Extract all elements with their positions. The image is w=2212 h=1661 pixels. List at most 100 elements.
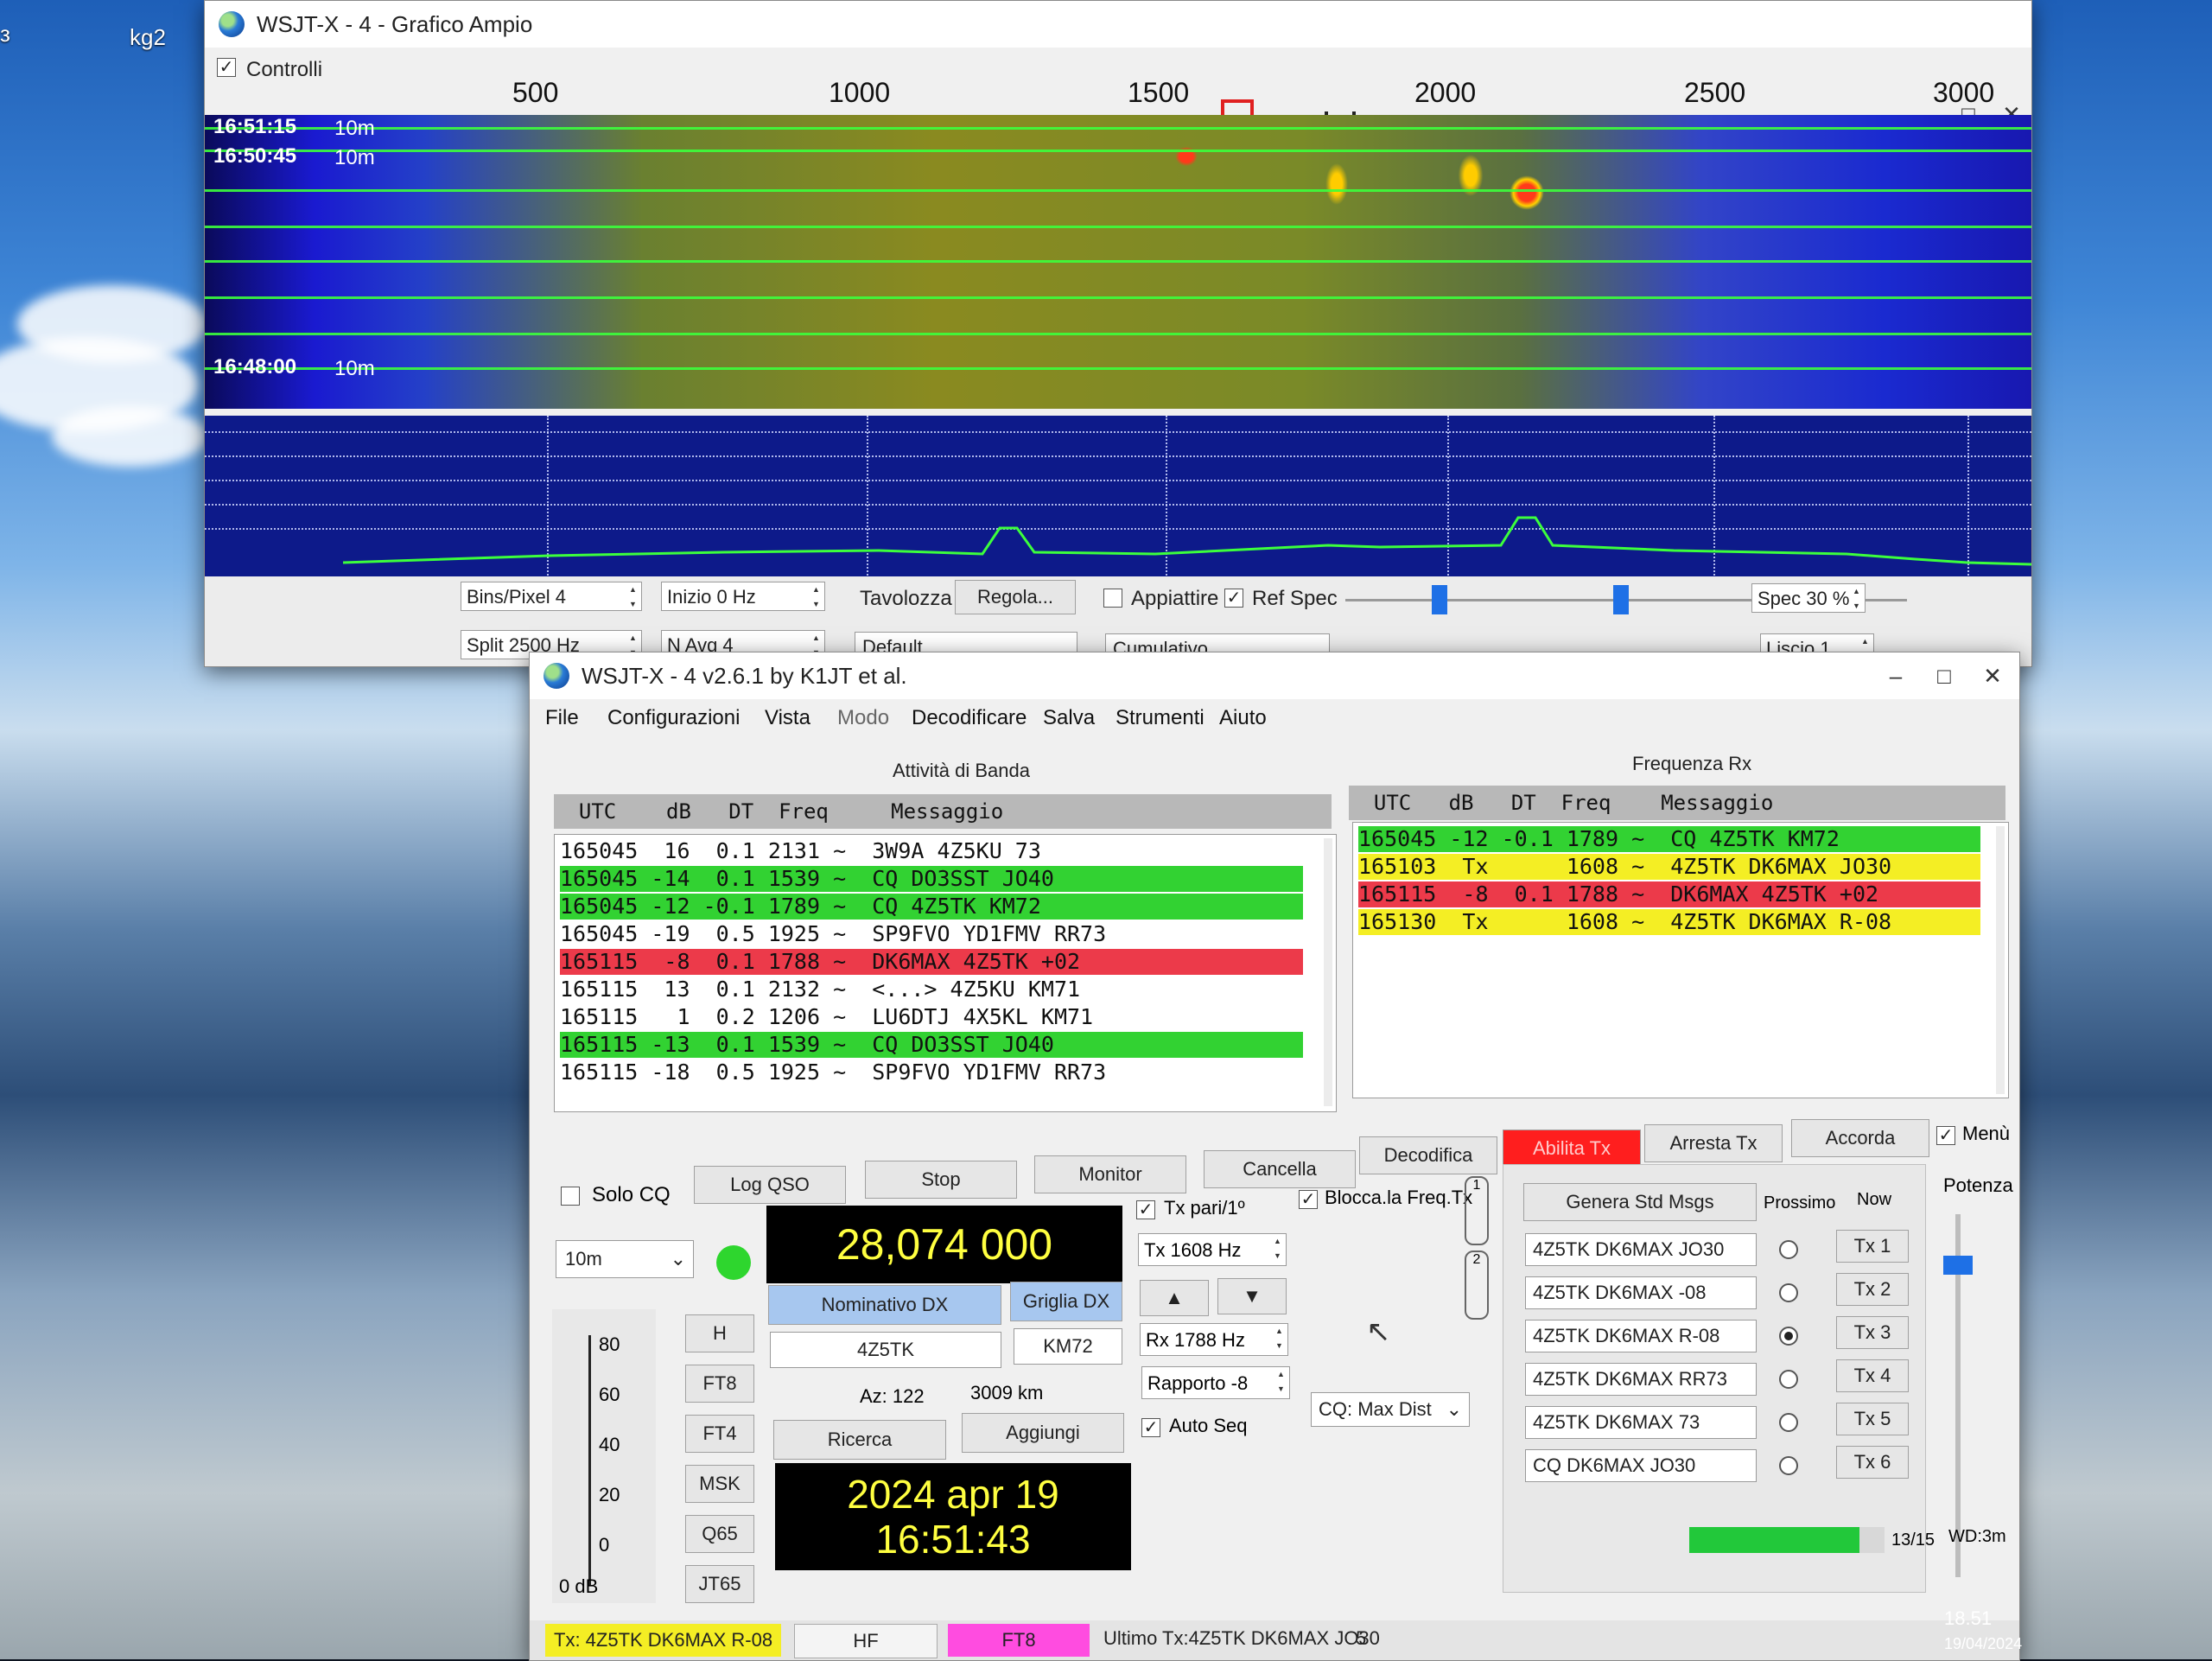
- rx-frequency-list[interactable]: 165045 -12 -0.1 1789 ~ CQ 4Z5TK KM72 1651…: [1352, 822, 2009, 1098]
- menu-configurations[interactable]: Configurazioni: [607, 706, 740, 730]
- list-row[interactable]: 165045 -12 -0.1 1789 ~ CQ 4Z5TK KM72: [1358, 826, 1980, 852]
- tab-2[interactable]: 2: [1465, 1251, 1489, 1320]
- tune-button[interactable]: Accorda: [1791, 1119, 1929, 1157]
- report-spinbox[interactable]: Rapporto -8: [1141, 1366, 1290, 1399]
- mode-button-msk[interactable]: MSK: [685, 1465, 754, 1503]
- list-row[interactable]: 165045 -12 -0.1 1789 ~ CQ 4Z5TK KM72: [560, 894, 1303, 920]
- flatten-checkbox[interactable]: [1103, 589, 1122, 608]
- tx-message-6-input[interactable]: CQ DK6MAX JO30: [1525, 1449, 1757, 1482]
- add-button[interactable]: Aggiungi: [962, 1413, 1124, 1453]
- mode-button-ft4[interactable]: FT4: [685, 1415, 754, 1453]
- adjust-palette-button[interactable]: Regola...: [955, 580, 1076, 614]
- tx-next-radio-5[interactable]: [1779, 1413, 1798, 1432]
- menu-tools[interactable]: Strumenti: [1116, 706, 1205, 730]
- tx-next-radio-1[interactable]: [1779, 1240, 1798, 1259]
- hold-tx-freq-checkbox[interactable]: ✓: [1299, 1190, 1318, 1209]
- tx-next-radio-4[interactable]: [1779, 1370, 1798, 1389]
- menu-view[interactable]: Vista: [765, 706, 810, 730]
- tx-now-button-2[interactable]: Tx 2: [1836, 1273, 1909, 1306]
- band-activity-scrollbar[interactable]: [1324, 838, 1332, 1106]
- tx-now-button-4[interactable]: Tx 4: [1836, 1359, 1909, 1392]
- list-row[interactable]: 165115 -13 0.1 1539 ~ CQ DO3SST JO40: [560, 1032, 1303, 1058]
- list-row[interactable]: 165045 -19 0.5 1925 ~ SP9FVO YD1FMV RR73: [560, 921, 1303, 947]
- desktop-icon-label[interactable]: з: [0, 21, 10, 48]
- list-row[interactable]: 165045 -14 0.1 1539 ~ CQ DO3SST JO40: [560, 866, 1303, 892]
- dx-grid-button[interactable]: Griglia DX: [1010, 1282, 1122, 1321]
- ref-spec-checkbox[interactable]: ✓: [1224, 589, 1243, 608]
- rx-frequency-spinbox[interactable]: Rx 1788 Hz: [1140, 1323, 1288, 1356]
- maximize-icon[interactable]: □: [1924, 659, 1964, 692]
- dx-grid-input[interactable]: KM72: [1014, 1328, 1122, 1365]
- tx-now-button-5[interactable]: Tx 5: [1836, 1403, 1909, 1435]
- mode-button-q65[interactable]: Q65: [685, 1515, 754, 1553]
- mode-button-h[interactable]: H: [685, 1314, 754, 1352]
- zero-slider-handle[interactable]: [1613, 585, 1629, 614]
- monitor-button[interactable]: Monitor: [1034, 1155, 1186, 1193]
- halt-tx-button[interactable]: Arresta Tx: [1644, 1124, 1783, 1162]
- list-row[interactable]: 165115 -8 0.1 1788 ~ DK6MAX 4Z5TK +02: [1358, 881, 1980, 907]
- gain-slider-handle[interactable]: [1432, 585, 1447, 614]
- arrow-up-button[interactable]: ▲: [1140, 1280, 1209, 1316]
- mode-button-jt65[interactable]: JT65: [685, 1565, 754, 1603]
- list-row[interactable]: 165115 -18 0.5 1925 ~ SP9FVO YD1FMV RR73: [560, 1060, 1303, 1085]
- desktop-icon-label[interactable]: kg2: [130, 24, 166, 51]
- band-select[interactable]: 10m ⌄: [556, 1240, 694, 1278]
- power-slider-handle[interactable]: [1943, 1256, 1973, 1275]
- progress-fill: [1689, 1527, 1859, 1553]
- mode-button-ft8[interactable]: FT8: [685, 1365, 754, 1403]
- menus-checkbox[interactable]: ✓: [1936, 1126, 1955, 1145]
- start-frequency-spinbox[interactable]: Inizio 0 Hz: [661, 582, 825, 612]
- menu-mode[interactable]: Modo: [837, 706, 889, 730]
- tx-message-5-input[interactable]: 4Z5TK DK6MAX 73: [1525, 1406, 1757, 1439]
- dx-call-button[interactable]: Nominativo DX: [768, 1285, 1001, 1325]
- tx-now-button-6[interactable]: Tx 6: [1836, 1446, 1909, 1479]
- decode-button[interactable]: Decodifica: [1359, 1136, 1497, 1174]
- minimize-icon[interactable]: –: [1876, 659, 1916, 692]
- dx-call-input[interactable]: 4Z5TK: [770, 1332, 1001, 1368]
- wide-graph-titlebar[interactable]: WSJT-X - 4 - Grafico Ampio: [205, 1, 2031, 48]
- tx-message-4-input[interactable]: 4Z5TK DK6MAX RR73: [1525, 1363, 1757, 1396]
- close-icon[interactable]: ✕: [1973, 659, 2012, 692]
- tx-now-button-3[interactable]: Tx 3: [1836, 1316, 1909, 1349]
- erase-button[interactable]: Cancella: [1204, 1150, 1356, 1188]
- tx-now-button-1[interactable]: Tx 1: [1836, 1230, 1909, 1263]
- spectrum-display[interactable]: [205, 416, 2031, 578]
- list-row[interactable]: 165130 Tx 1608 ~ 4Z5TK DK6MAX R-08: [1358, 909, 1980, 935]
- tx-message-2-input[interactable]: 4Z5TK DK6MAX -08: [1525, 1276, 1757, 1309]
- solo-cq-checkbox[interactable]: [561, 1187, 580, 1206]
- arrow-down-button[interactable]: ▼: [1217, 1278, 1287, 1314]
- generate-std-msgs-button[interactable]: Genera Std Msgs: [1523, 1183, 1757, 1221]
- list-row[interactable]: 165115 -8 0.1 1788 ~ DK6MAX 4Z5TK +02: [560, 949, 1303, 975]
- tx-even-checkbox[interactable]: ✓: [1136, 1200, 1155, 1219]
- list-row[interactable]: 165103 Tx 1608 ~ 4Z5TK DK6MAX JO30: [1358, 854, 1980, 880]
- enable-tx-button[interactable]: Abilita Tx: [1503, 1130, 1641, 1168]
- tx-frequency-spinbox[interactable]: Tx 1608 Hz: [1138, 1233, 1287, 1266]
- tx-message-3-input[interactable]: 4Z5TK DK6MAX R-08: [1525, 1320, 1757, 1352]
- rx-frequency-marker[interactable]: [1221, 99, 1254, 117]
- menu-decode[interactable]: Decodificare: [912, 706, 1027, 730]
- tab-1[interactable]: 1: [1465, 1176, 1489, 1245]
- stop-button[interactable]: Stop: [865, 1161, 1017, 1199]
- menu-save[interactable]: Salva: [1043, 706, 1095, 730]
- waterfall-display[interactable]: 16:51:15 10m 16:50:45 10m 16:48:00 10m: [205, 115, 2031, 409]
- tx-next-radio-2[interactable]: [1779, 1283, 1798, 1302]
- taskbar-date[interactable]: 19/04/2024: [1944, 1635, 2022, 1653]
- tx-next-radio-6[interactable]: [1779, 1456, 1798, 1475]
- lookup-button[interactable]: Ricerca: [773, 1420, 946, 1460]
- list-row[interactable]: 165115 13 0.1 2132 ~ <...> 4Z5KU KM71: [560, 977, 1303, 1002]
- menu-help[interactable]: Aiuto: [1219, 706, 1267, 730]
- rx-frequency-scrollbar[interactable]: [1996, 826, 2005, 1094]
- tx-message-1-input[interactable]: 4Z5TK DK6MAX JO30: [1525, 1233, 1757, 1266]
- band-activity-list[interactable]: 165045 16 0.1 2131 ~ 3W9A 4Z5KU 73 165045…: [554, 834, 1337, 1112]
- list-row[interactable]: 165115 1 0.2 1206 ~ LU6DTJ 4X5KL KM71: [560, 1004, 1303, 1030]
- main-titlebar[interactable]: WSJT-X - 4 v2.6.1 by K1JT et al. – □ ✕: [530, 652, 2019, 699]
- auto-seq-checkbox[interactable]: ✓: [1141, 1418, 1160, 1437]
- tx-next-radio-3[interactable]: [1779, 1327, 1798, 1346]
- taskbar-time[interactable]: 18.51: [1944, 1607, 1992, 1630]
- bins-per-pixel-spinbox[interactable]: Bins/Pixel 4: [461, 582, 642, 612]
- menu-file[interactable]: File: [545, 706, 579, 730]
- list-row[interactable]: 165045 16 0.1 2131 ~ 3W9A 4Z5KU 73: [560, 838, 1303, 864]
- log-qso-button[interactable]: Log QSO: [694, 1166, 846, 1204]
- cq-mode-select[interactable]: CQ: Max Dist ⌄: [1311, 1392, 1470, 1427]
- spec-spinbox[interactable]: Spec 30 %: [1751, 583, 1866, 614]
